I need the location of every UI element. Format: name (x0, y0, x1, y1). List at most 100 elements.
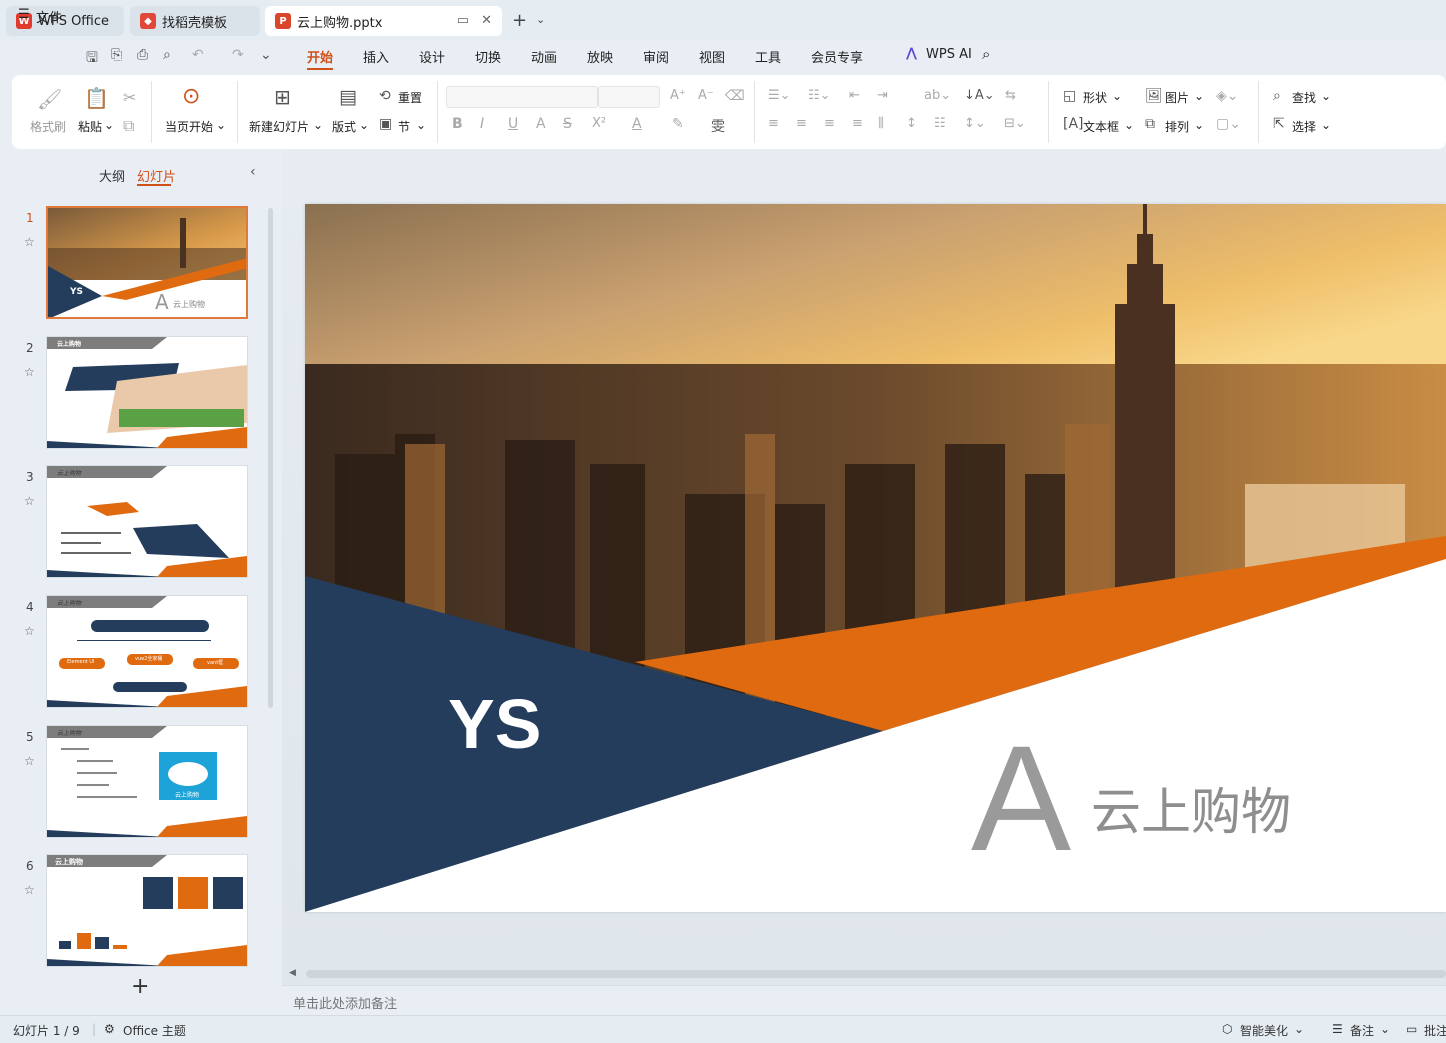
star-icon[interactable]: ☆ (24, 235, 35, 249)
panel-scrollbar[interactable] (268, 208, 273, 708)
highlight-icon[interactable]: ✎ (672, 116, 684, 132)
menu-member[interactable]: 会员专享 (811, 47, 863, 66)
paste-button[interactable]: 粘贴 (78, 118, 102, 135)
search-icon[interactable]: ⌕ (982, 45, 990, 63)
slide-thumbnail-1[interactable]: YS A 云上购物 (46, 206, 248, 319)
chevron-down-icon[interactable]: ⌄ (1321, 89, 1331, 103)
slide-thumbnail-5[interactable]: 云上购物 云上购物 (46, 725, 248, 838)
font-color-icon[interactable]: A (632, 116, 642, 132)
menu-tools[interactable]: 工具 (755, 47, 781, 66)
column-spacing-icon[interactable]: ↕⌄ (964, 116, 986, 131)
outline-icon[interactable]: ▢⌄ (1216, 116, 1241, 132)
undo-icon[interactable]: ↶ (192, 47, 204, 63)
picture-button[interactable]: 图片 (1165, 89, 1189, 106)
select-button[interactable]: 选择 (1292, 118, 1316, 135)
main-slide[interactable]: YS A 云上购物 (305, 204, 1446, 912)
justify-icon[interactable]: ≡ (852, 116, 863, 131)
format-painter-button[interactable]: 格式刷 (30, 118, 66, 135)
convert-icon[interactable]: ⇆ (1005, 88, 1016, 103)
new-tab-icon[interactable]: + (512, 10, 527, 31)
chevron-down-icon[interactable]: ⌄ (216, 118, 226, 132)
increase-indent-icon[interactable]: ⇥ (877, 88, 888, 103)
align-right-icon[interactable]: ≡ (824, 116, 835, 131)
align-center-icon[interactable]: ≡ (796, 116, 807, 131)
section-button[interactable]: 节 (398, 118, 410, 135)
chevron-down-icon[interactable]: ⌄ (359, 118, 369, 132)
find-button[interactable]: 查找 (1292, 89, 1316, 106)
star-icon[interactable]: ☆ (24, 883, 35, 897)
chevron-down-icon[interactable]: ⌄ (313, 118, 323, 132)
add-slide-icon[interactable]: + (131, 974, 149, 999)
save-icon[interactable]: 🖫 (86, 47, 98, 71)
cut-icon[interactable]: ✂ (123, 88, 136, 107)
layout-button[interactable]: 版式 (332, 118, 356, 135)
quick-access-chevron-icon[interactable]: ⌄ (260, 47, 272, 63)
chevron-down-icon[interactable]: ⌄ (536, 13, 545, 26)
superscript-icon[interactable]: X² (592, 116, 606, 131)
font-family-select[interactable] (446, 86, 598, 108)
menu-insert[interactable]: 插入 (363, 47, 389, 66)
menu-design[interactable]: 设计 (419, 47, 445, 66)
slide-thumbnail-4[interactable]: 云上购物 Element UI vue2全家桶 vant框 (46, 595, 248, 708)
vertical-align-icon[interactable]: ⊟⌄ (1004, 116, 1026, 131)
clear-format-icon[interactable]: ⌫ (725, 88, 745, 104)
chevron-down-icon[interactable]: ⌄ (104, 118, 114, 132)
notes-pane[interactable]: 单击此处添加备注 (282, 985, 1446, 1015)
scroll-left-icon[interactable]: ◀ (289, 968, 296, 978)
phonetic-icon[interactable]: 雯 (711, 116, 725, 136)
window-mode-icon[interactable]: ▭ (457, 13, 469, 28)
comments-button[interactable]: 批注 (1424, 1022, 1446, 1039)
star-icon[interactable]: ☆ (24, 754, 35, 768)
menu-transitions[interactable]: 切换 (475, 47, 501, 66)
copy-icon[interactable]: ⧉ (123, 116, 134, 136)
text-direction-icon[interactable]: ab⌄ (924, 88, 951, 103)
close-tab-icon[interactable]: ✕ (481, 13, 492, 28)
fill-icon[interactable]: ◈⌄ (1216, 88, 1239, 104)
textbox-button[interactable]: 文本框 (1083, 118, 1119, 135)
bullet-list-icon[interactable]: ☰⌄ (768, 88, 791, 103)
menu-view[interactable]: 视图 (699, 47, 725, 66)
font-size-select[interactable] (598, 86, 660, 108)
chevron-down-icon[interactable]: ⌄ (1194, 89, 1204, 103)
underline-icon[interactable]: U (508, 116, 518, 132)
star-icon[interactable]: ☆ (24, 624, 35, 638)
menu-file[interactable]: 文件 (36, 7, 62, 26)
collapse-panel-icon[interactable]: ‹ (250, 164, 256, 180)
paragraph-spacing-icon[interactable]: ☷ (934, 116, 946, 131)
sort-icon[interactable]: ↓A⌄ (964, 88, 995, 103)
menu-slideshow[interactable]: 放映 (587, 47, 613, 66)
star-icon[interactable]: ☆ (24, 494, 35, 508)
horizontal-scrollbar[interactable] (306, 970, 1446, 978)
file-menu-icon[interactable]: ☰ (18, 7, 30, 22)
tab-outline[interactable]: 大纲 (99, 166, 125, 185)
increase-font-icon[interactable]: A⁺ (670, 88, 686, 103)
chevron-down-icon[interactable]: ⌄ (1124, 118, 1134, 132)
tab-slides[interactable]: 幻灯片 (137, 166, 176, 185)
star-icon[interactable]: ☆ (24, 365, 35, 379)
chevron-down-icon[interactable]: ⌄ (1294, 1022, 1304, 1036)
decrease-font-icon[interactable]: A⁻ (698, 88, 714, 103)
chevron-down-icon[interactable]: ⌄ (416, 118, 426, 132)
menu-review[interactable]: 审阅 (643, 47, 669, 66)
beautify-button[interactable]: 智能美化 (1240, 1022, 1288, 1039)
strikethrough-icon[interactable]: S (563, 116, 572, 132)
menu-animations[interactable]: 动画 (531, 47, 557, 66)
tab-document[interactable]: P 云上购物.pptx ▭ ✕ (265, 6, 502, 36)
theme-name[interactable]: Office 主题 (123, 1022, 186, 1039)
slide-thumbnail-3[interactable]: 云上购物 (46, 465, 248, 578)
menu-home[interactable]: 开始 (307, 47, 333, 66)
chevron-down-icon[interactable]: ⌄ (1380, 1022, 1390, 1036)
share-icon[interactable]: ⎘ (111, 47, 122, 63)
chevron-down-icon[interactable]: ⌄ (1112, 89, 1122, 103)
reset-button[interactable]: 重置 (398, 89, 422, 106)
tab-docer-templates[interactable]: ◆ 找稻壳模板 (130, 6, 260, 36)
redo-icon[interactable]: ↷ (232, 47, 244, 63)
from-current-slide-button[interactable]: 当页开始 (165, 118, 213, 135)
numbered-list-icon[interactable]: ☷⌄ (808, 88, 831, 103)
line-spacing-icon[interactable]: ↕ (906, 116, 917, 131)
shadow-text-icon[interactable]: A (536, 116, 546, 132)
distribute-icon[interactable]: ⫼ (878, 116, 884, 131)
decrease-indent-icon[interactable]: ⇤ (849, 88, 860, 103)
print-preview-icon[interactable]: ⌕ (163, 47, 171, 63)
chevron-down-icon[interactable]: ⌄ (1321, 118, 1331, 132)
